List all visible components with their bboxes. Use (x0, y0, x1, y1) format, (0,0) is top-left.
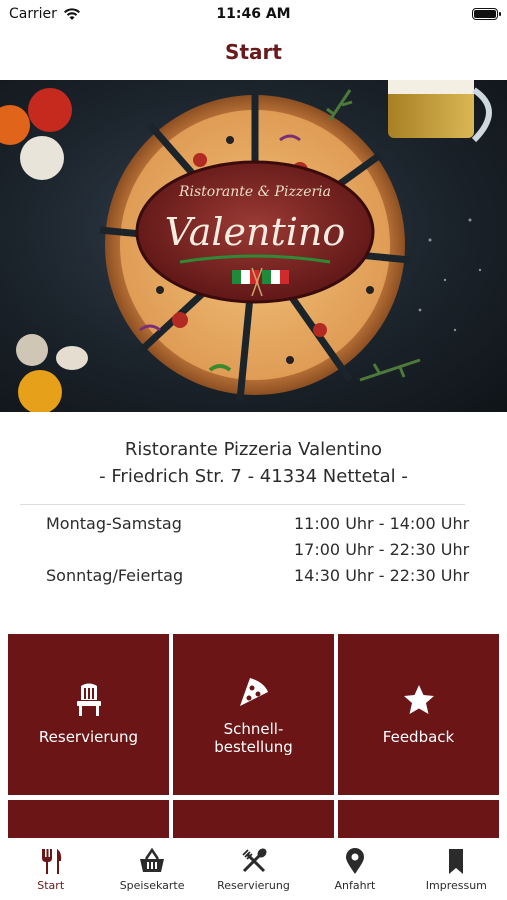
tab-menu-label: Speisekarte (119, 879, 185, 892)
hours-time: 14:30 Uhr - 22:30 Uhr (294, 566, 470, 585)
star-icon (403, 685, 434, 714)
reservation-tile-label: Reservierung (38, 728, 139, 746)
reservation-tile[interactable]: Reservierung (8, 634, 169, 795)
map-pin-icon (345, 848, 364, 874)
tab-imprint[interactable]: Impressum (406, 840, 507, 900)
status-bar: Carrier 11:46 AM (0, 0, 507, 30)
battery-icon (472, 8, 501, 20)
quick-order-tile-label: Schnell- bestellung (214, 720, 293, 756)
tab-imprint-label: Impressum (425, 879, 487, 892)
divider (20, 504, 465, 505)
tile-partial[interactable] (173, 800, 334, 838)
tab-reservation[interactable]: Reservierung (203, 840, 304, 900)
logo-subtitle: Ristorante & Pizzeria (178, 184, 331, 200)
restaurant-info: Ristorante Pizzeria Valentino - Friedric… (0, 436, 507, 490)
page-title: Start (225, 40, 282, 64)
basket-icon (140, 847, 165, 872)
logo-name: Valentino (165, 210, 346, 254)
hours-row: Sonntag/Feiertag 14:30 Uhr - 22:30 Uhr (0, 566, 507, 592)
tab-menu[interactable]: Speisekarte (101, 840, 202, 900)
hero-image: Ristorante & Pizzeria Valentino (0, 80, 507, 412)
tab-start[interactable]: Start (0, 840, 101, 900)
opening-hours: Montag-Samstag 11:00 Uhr - 14:00 Uhr 17:… (0, 514, 507, 592)
feedback-tile[interactable]: Feedback (338, 634, 499, 795)
pizza-illustration: Ristorante & Pizzeria Valentino (0, 80, 492, 412)
restaurant-name: Ristorante Pizzeria Valentino (124, 439, 383, 460)
hours-day: Montag-Samstag (46, 514, 182, 533)
hours-day: Sonntag/Feiertag (46, 566, 184, 585)
tab-start-label: Start (37, 879, 65, 892)
navigation-bar: Start (0, 30, 507, 80)
pizza-slice-icon (239, 678, 268, 706)
crossed-utensils-icon (241, 848, 267, 873)
tile-partial[interactable] (8, 800, 169, 838)
tab-directions-label: Anfahrt (334, 879, 376, 892)
quick-order-tile[interactable]: Schnell- bestellung (173, 634, 334, 795)
bookmark-icon (449, 849, 464, 874)
hours-row: 17:00 Uhr - 22:30 Uhr (0, 540, 507, 566)
hours-row: Montag-Samstag 11:00 Uhr - 14:00 Uhr (0, 514, 507, 540)
chair-icon (76, 683, 101, 716)
tab-bar: Start Speisekarte Reservierung Anfahrt I… (0, 840, 507, 900)
feedback-tile-label: Feedback (382, 728, 455, 746)
hours-time: 11:00 Uhr - 14:00 Uhr (294, 514, 470, 533)
restaurant-address: - Friedrich Str. 7 - 41334 Nettetal - (99, 466, 408, 487)
tile-partial[interactable] (338, 800, 499, 838)
tab-reservation-label: Reservierung (217, 879, 290, 892)
hours-time: 17:00 Uhr - 22:30 Uhr (294, 540, 470, 559)
cutlery-icon (41, 849, 61, 874)
tab-directions[interactable]: Anfahrt (304, 840, 405, 900)
status-time: 11:46 AM (216, 6, 291, 22)
